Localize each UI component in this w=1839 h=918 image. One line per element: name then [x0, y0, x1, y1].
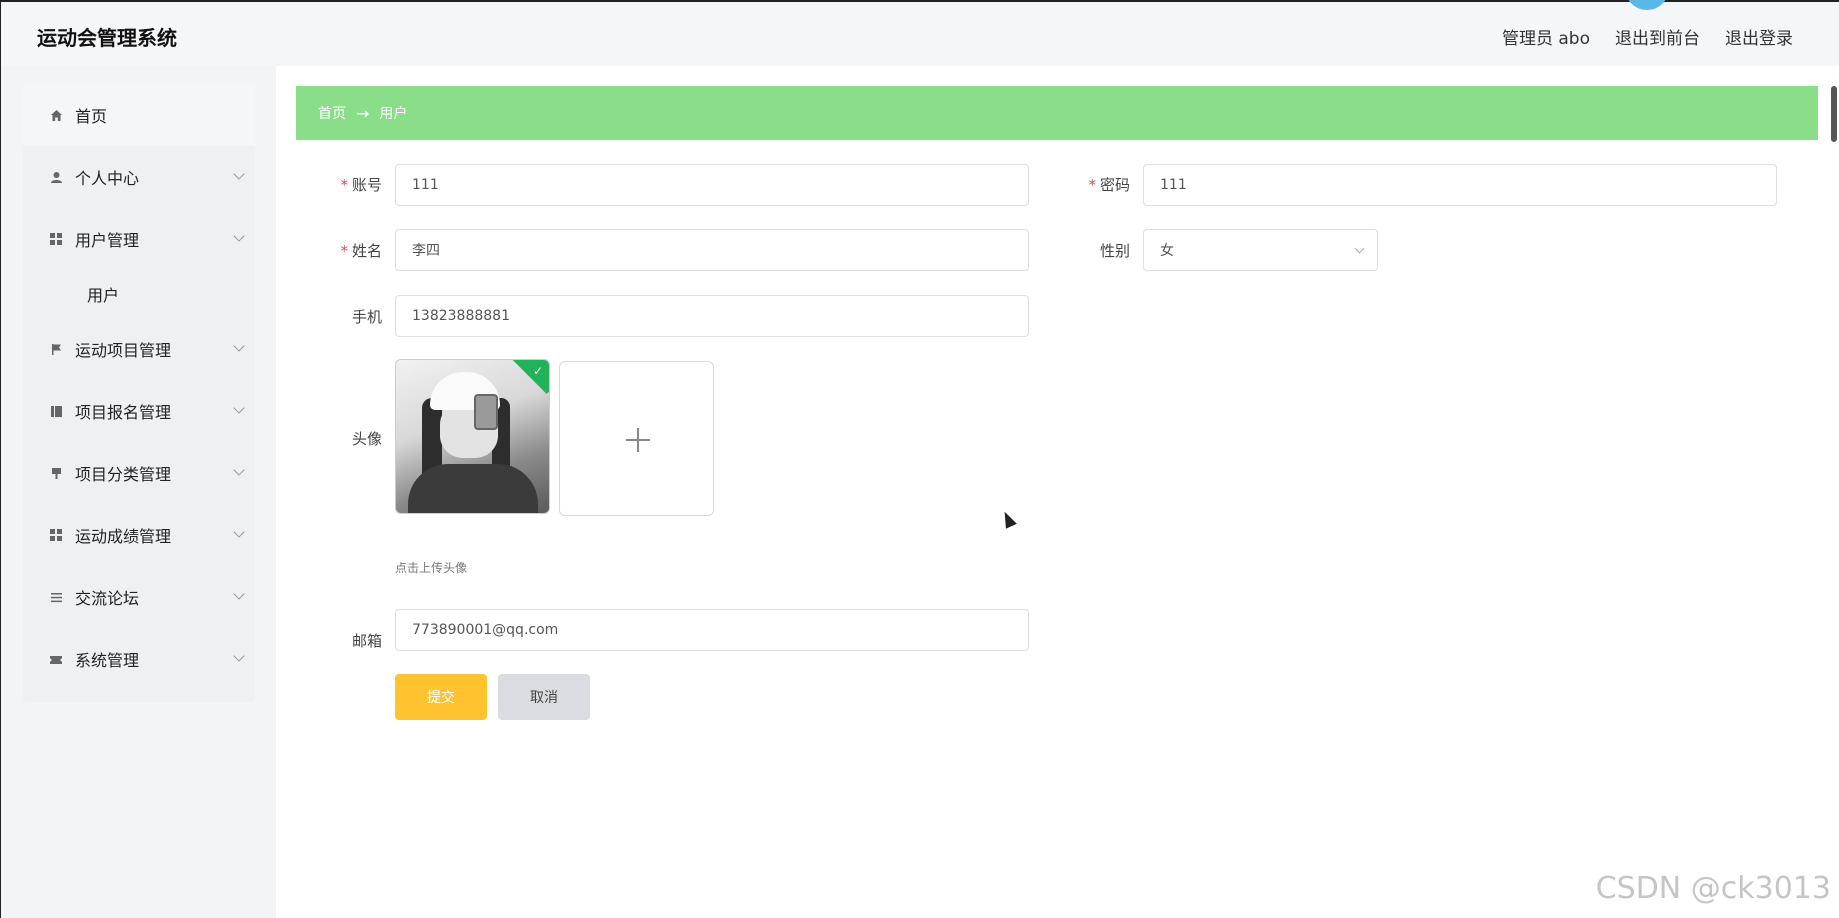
chevron-down-icon: [233, 650, 245, 662]
sidebar-item-category[interactable]: 项目分类管理: [23, 442, 255, 504]
chevron-down-icon: [1354, 243, 1365, 254]
flag-icon: [49, 342, 63, 356]
chevron-down-icon: [233, 340, 245, 352]
header-actions: 管理员 abo 退出到前台 退出登录: [1502, 24, 1793, 49]
frontend-link[interactable]: 退出到前台: [1615, 24, 1700, 49]
sidebar-item-label: 个人中心: [75, 169, 140, 188]
password-label: * 密码: [1088, 176, 1130, 194]
email-label: 邮箱: [351, 632, 382, 650]
required-mark: *: [1088, 176, 1096, 194]
home-icon: [49, 108, 63, 122]
gender-label: 性别: [1099, 242, 1130, 260]
sidebar-item-label: 系统管理: [75, 651, 140, 670]
account-label: * 账号: [340, 176, 382, 194]
sidebar-item-label: 运动成绩管理: [75, 527, 172, 546]
upload-success-badge: [507, 360, 549, 394]
sidebar-container: 首页 个人中心 用户管理 用户 运动项目管理 项目报名管理 项目分类管理 运动成…: [0, 66, 276, 918]
sidebar-item-scores[interactable]: 运动成绩管理: [23, 504, 255, 566]
chevron-down-icon: [233, 588, 245, 600]
sidebar-item-registration[interactable]: 项目报名管理: [23, 380, 255, 442]
ticket-icon: [49, 652, 63, 666]
upload-tip: 点击上传头像: [395, 561, 468, 575]
name-label: * 姓名: [340, 242, 382, 260]
chevron-down-icon: [233, 526, 245, 538]
avatar-upload-button[interactable]: [559, 361, 714, 516]
phone-input[interactable]: 13823888881: [395, 295, 1029, 337]
sidebar-item-label: 用户管理: [75, 231, 140, 250]
logout-link[interactable]: 退出登录: [1725, 24, 1793, 49]
mouse-cursor-icon: [999, 509, 1017, 529]
breadcrumb-home[interactable]: 首页: [318, 103, 346, 123]
required-mark: *: [340, 176, 348, 194]
avatar-label: 头像: [351, 430, 382, 448]
sidebar-item-system[interactable]: 系统管理: [23, 628, 255, 690]
cancel-button[interactable]: 取消: [498, 674, 590, 720]
name-input[interactable]: 李四: [395, 229, 1029, 271]
avatar-thumbnail[interactable]: ✓: [395, 359, 550, 514]
sidebar-item-label: 首页: [75, 107, 108, 126]
sidebar-item-user-management[interactable]: 用户管理: [23, 208, 255, 270]
sidebar-item-label: 运动项目管理: [75, 341, 172, 360]
watermark: CSDN @ck3013: [1595, 871, 1831, 906]
chevron-down-icon: [233, 402, 245, 414]
sidebar-subitem-user[interactable]: 用户: [23, 270, 255, 318]
top-header: 运动会管理系统 管理员 abo 退出到前台 退出登录: [0, 0, 1839, 66]
sidebar-item-profile[interactable]: 个人中心: [23, 146, 255, 208]
chevron-down-icon: [233, 168, 245, 180]
sidebar-item-home[interactable]: 首页: [23, 84, 255, 146]
main-content: 首页 → 用户 * 账号 111 * 密码 111 * 姓名 李四 性别 女 手机 1…: [276, 66, 1839, 918]
gender-select-value: 女: [1160, 243, 1174, 259]
user-icon: [49, 170, 63, 184]
list-icon: [49, 590, 63, 604]
sidebar-menu: 首页 个人中心 用户管理 用户 运动项目管理 项目报名管理 项目分类管理 运动成…: [23, 84, 255, 702]
sidebar-item-label: 交流论坛: [75, 589, 140, 608]
phone-label: 手机: [351, 308, 382, 326]
grid-icon: [49, 232, 63, 246]
required-mark: *: [340, 242, 348, 260]
sidebar-item-sports-projects[interactable]: 运动项目管理: [23, 318, 255, 380]
scrollbar[interactable]: [1831, 86, 1837, 142]
arrow-right-icon: →: [356, 103, 370, 123]
brush-icon: [49, 466, 63, 480]
password-input[interactable]: 111: [1143, 164, 1777, 206]
chevron-down-icon: [233, 230, 245, 242]
admin-user-label: 管理员 abo: [1501, 29, 1590, 49]
grid-icon: [49, 528, 63, 542]
account-input[interactable]: 111: [395, 164, 1029, 206]
breadcrumb-current: 用户: [379, 106, 408, 122]
sidebar-item-label: 项目报名管理: [75, 403, 172, 422]
sidebar-item-label: 项目分类管理: [75, 465, 172, 484]
sidebar-item-forum[interactable]: 交流论坛: [23, 566, 255, 628]
gender-select[interactable]: 女: [1143, 229, 1378, 271]
top-avatar-fragment: [1625, 0, 1669, 10]
chevron-down-icon: [233, 464, 245, 476]
app-title: 运动会管理系统: [37, 26, 177, 50]
email-input[interactable]: 773890001@qq.com: [395, 609, 1029, 651]
submit-button[interactable]: 提交: [395, 674, 487, 720]
check-icon: ✓: [532, 364, 543, 378]
breadcrumb: 首页 → 用户: [296, 86, 1818, 140]
book-icon: [49, 404, 63, 418]
